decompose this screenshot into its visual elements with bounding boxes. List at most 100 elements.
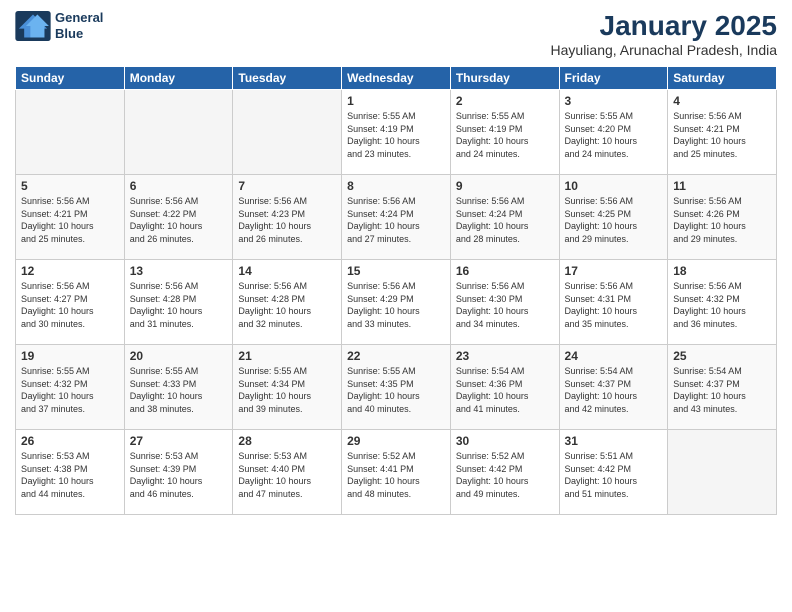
day-cell: 22 Sunrise: 5:55 AM Sunset: 4:35 PM Dayli… xyxy=(342,345,451,430)
calendar: SundayMondayTuesdayWednesdayThursdayFrid… xyxy=(15,66,777,515)
week-row-2: 12 Sunrise: 5:56 AM Sunset: 4:27 PM Dayli… xyxy=(16,260,777,345)
day-number: 18 xyxy=(673,264,771,278)
day-number: 19 xyxy=(21,349,119,363)
header-cell-monday: Monday xyxy=(124,67,233,90)
week-row-3: 19 Sunrise: 5:55 AM Sunset: 4:32 PM Dayli… xyxy=(16,345,777,430)
day-info: Sunrise: 5:56 AM Sunset: 4:23 PM Dayligh… xyxy=(238,195,336,245)
header-row: SundayMondayTuesdayWednesdayThursdayFrid… xyxy=(16,67,777,90)
day-number: 15 xyxy=(347,264,445,278)
day-number: 23 xyxy=(456,349,554,363)
day-cell xyxy=(16,90,125,175)
day-info: Sunrise: 5:55 AM Sunset: 4:32 PM Dayligh… xyxy=(21,365,119,415)
day-cell: 9 Sunrise: 5:56 AM Sunset: 4:24 PM Daylig… xyxy=(450,175,559,260)
day-cell xyxy=(233,90,342,175)
day-info: Sunrise: 5:56 AM Sunset: 4:32 PM Dayligh… xyxy=(673,280,771,330)
day-cell: 18 Sunrise: 5:56 AM Sunset: 4:32 PM Dayli… xyxy=(668,260,777,345)
logo-icon xyxy=(15,11,51,41)
day-cell: 10 Sunrise: 5:56 AM Sunset: 4:25 PM Dayli… xyxy=(559,175,668,260)
day-cell: 28 Sunrise: 5:53 AM Sunset: 4:40 PM Dayli… xyxy=(233,430,342,515)
day-number: 12 xyxy=(21,264,119,278)
day-number: 27 xyxy=(130,434,228,448)
day-number: 25 xyxy=(673,349,771,363)
month-title: January 2025 xyxy=(551,10,777,42)
day-cell: 20Sunrise: 5:55 AM Sunset: 4:33 PM Dayli… xyxy=(124,345,233,430)
day-number: 10 xyxy=(565,179,663,193)
day-number: 28 xyxy=(238,434,336,448)
week-row-4: 26 Sunrise: 5:53 AM Sunset: 4:38 PM Dayli… xyxy=(16,430,777,515)
day-number: 20 xyxy=(130,349,228,363)
day-cell: 21Sunrise: 5:55 AM Sunset: 4:34 PM Dayli… xyxy=(233,345,342,430)
day-info: Sunrise: 5:53 AM Sunset: 4:40 PM Dayligh… xyxy=(238,450,336,500)
day-number: 29 xyxy=(347,434,445,448)
day-cell: 13Sunrise: 5:56 AM Sunset: 4:28 PM Dayli… xyxy=(124,260,233,345)
day-info: Sunrise: 5:56 AM Sunset: 4:26 PM Dayligh… xyxy=(673,195,771,245)
day-cell: 4 Sunrise: 5:56 AM Sunset: 4:21 PM Daylig… xyxy=(668,90,777,175)
day-number: 26 xyxy=(21,434,119,448)
day-cell: 7 Sunrise: 5:56 AM Sunset: 4:23 PM Daylig… xyxy=(233,175,342,260)
day-cell: 15Sunrise: 5:56 AM Sunset: 4:29 PM Dayli… xyxy=(342,260,451,345)
day-info: Sunrise: 5:54 AM Sunset: 4:37 PM Dayligh… xyxy=(673,365,771,415)
day-cell: 3Sunrise: 5:55 AM Sunset: 4:20 PM Daylig… xyxy=(559,90,668,175)
day-number: 4 xyxy=(673,94,771,108)
day-number: 9 xyxy=(456,179,554,193)
day-info: Sunrise: 5:53 AM Sunset: 4:38 PM Dayligh… xyxy=(21,450,119,500)
week-row-1: 5 Sunrise: 5:56 AM Sunset: 4:21 PM Daylig… xyxy=(16,175,777,260)
day-info: Sunrise: 5:55 AM Sunset: 4:19 PM Dayligh… xyxy=(347,110,445,160)
day-cell: 25 Sunrise: 5:54 AM Sunset: 4:37 PM Dayli… xyxy=(668,345,777,430)
day-cell: 26 Sunrise: 5:53 AM Sunset: 4:38 PM Dayli… xyxy=(16,430,125,515)
day-info: Sunrise: 5:56 AM Sunset: 4:30 PM Dayligh… xyxy=(456,280,554,330)
day-cell: 24 Sunrise: 5:54 AM Sunset: 4:37 PM Dayli… xyxy=(559,345,668,430)
day-info: Sunrise: 5:51 AM Sunset: 4:42 PM Dayligh… xyxy=(565,450,663,500)
calendar-body: 1Sunrise: 5:55 AM Sunset: 4:19 PM Daylig… xyxy=(16,90,777,515)
day-cell: 6Sunrise: 5:56 AM Sunset: 4:22 PM Daylig… xyxy=(124,175,233,260)
day-info: Sunrise: 5:52 AM Sunset: 4:42 PM Dayligh… xyxy=(456,450,554,500)
day-info: Sunrise: 5:56 AM Sunset: 4:21 PM Dayligh… xyxy=(673,110,771,160)
day-cell: 8Sunrise: 5:56 AM Sunset: 4:24 PM Daylig… xyxy=(342,175,451,260)
header-cell-sunday: Sunday xyxy=(16,67,125,90)
day-cell: 23 Sunrise: 5:54 AM Sunset: 4:36 PM Dayli… xyxy=(450,345,559,430)
day-number: 24 xyxy=(565,349,663,363)
day-info: Sunrise: 5:52 AM Sunset: 4:41 PM Dayligh… xyxy=(347,450,445,500)
title-block: January 2025 Hayuliang, Arunachal Prades… xyxy=(551,10,777,58)
day-number: 22 xyxy=(347,349,445,363)
day-number: 30 xyxy=(456,434,554,448)
day-info: Sunrise: 5:53 AM Sunset: 4:39 PM Dayligh… xyxy=(130,450,228,500)
header-cell-wednesday: Wednesday xyxy=(342,67,451,90)
day-number: 2 xyxy=(456,94,554,108)
day-cell: 19 Sunrise: 5:55 AM Sunset: 4:32 PM Dayli… xyxy=(16,345,125,430)
day-info: Sunrise: 5:56 AM Sunset: 4:25 PM Dayligh… xyxy=(565,195,663,245)
day-info: Sunrise: 5:54 AM Sunset: 4:36 PM Dayligh… xyxy=(456,365,554,415)
subtitle: Hayuliang, Arunachal Pradesh, India xyxy=(551,42,777,58)
day-cell: 31 Sunrise: 5:51 AM Sunset: 4:42 PM Dayli… xyxy=(559,430,668,515)
day-number: 11 xyxy=(673,179,771,193)
day-info: Sunrise: 5:56 AM Sunset: 4:31 PM Dayligh… xyxy=(565,280,663,330)
day-info: Sunrise: 5:54 AM Sunset: 4:37 PM Dayligh… xyxy=(565,365,663,415)
day-cell xyxy=(124,90,233,175)
day-cell: 16Sunrise: 5:56 AM Sunset: 4:30 PM Dayli… xyxy=(450,260,559,345)
day-number: 5 xyxy=(21,179,119,193)
header-cell-thursday: Thursday xyxy=(450,67,559,90)
day-number: 21 xyxy=(238,349,336,363)
day-cell: 11 Sunrise: 5:56 AM Sunset: 4:26 PM Dayli… xyxy=(668,175,777,260)
day-info: Sunrise: 5:55 AM Sunset: 4:35 PM Dayligh… xyxy=(347,365,445,415)
day-info: Sunrise: 5:56 AM Sunset: 4:22 PM Dayligh… xyxy=(130,195,228,245)
day-info: Sunrise: 5:55 AM Sunset: 4:19 PM Dayligh… xyxy=(456,110,554,160)
day-number: 7 xyxy=(238,179,336,193)
day-cell: 27 Sunrise: 5:53 AM Sunset: 4:39 PM Dayli… xyxy=(124,430,233,515)
day-cell: 2 Sunrise: 5:55 AM Sunset: 4:19 PM Daylig… xyxy=(450,90,559,175)
header-cell-saturday: Saturday xyxy=(668,67,777,90)
day-info: Sunrise: 5:56 AM Sunset: 4:24 PM Dayligh… xyxy=(456,195,554,245)
day-cell: 30 Sunrise: 5:52 AM Sunset: 4:42 PM Dayli… xyxy=(450,430,559,515)
header-cell-friday: Friday xyxy=(559,67,668,90)
day-info: Sunrise: 5:56 AM Sunset: 4:21 PM Dayligh… xyxy=(21,195,119,245)
logo-line1: General xyxy=(55,10,103,26)
header-cell-tuesday: Tuesday xyxy=(233,67,342,90)
day-info: Sunrise: 5:56 AM Sunset: 4:28 PM Dayligh… xyxy=(238,280,336,330)
day-info: Sunrise: 5:56 AM Sunset: 4:27 PM Dayligh… xyxy=(21,280,119,330)
day-number: 31 xyxy=(565,434,663,448)
day-cell: 29 Sunrise: 5:52 AM Sunset: 4:41 PM Dayli… xyxy=(342,430,451,515)
logo-text: General Blue xyxy=(55,10,103,41)
logo: General Blue xyxy=(15,10,103,41)
day-number: 17 xyxy=(565,264,663,278)
header: General Blue January 2025 Hayuliang, Aru… xyxy=(15,10,777,58)
